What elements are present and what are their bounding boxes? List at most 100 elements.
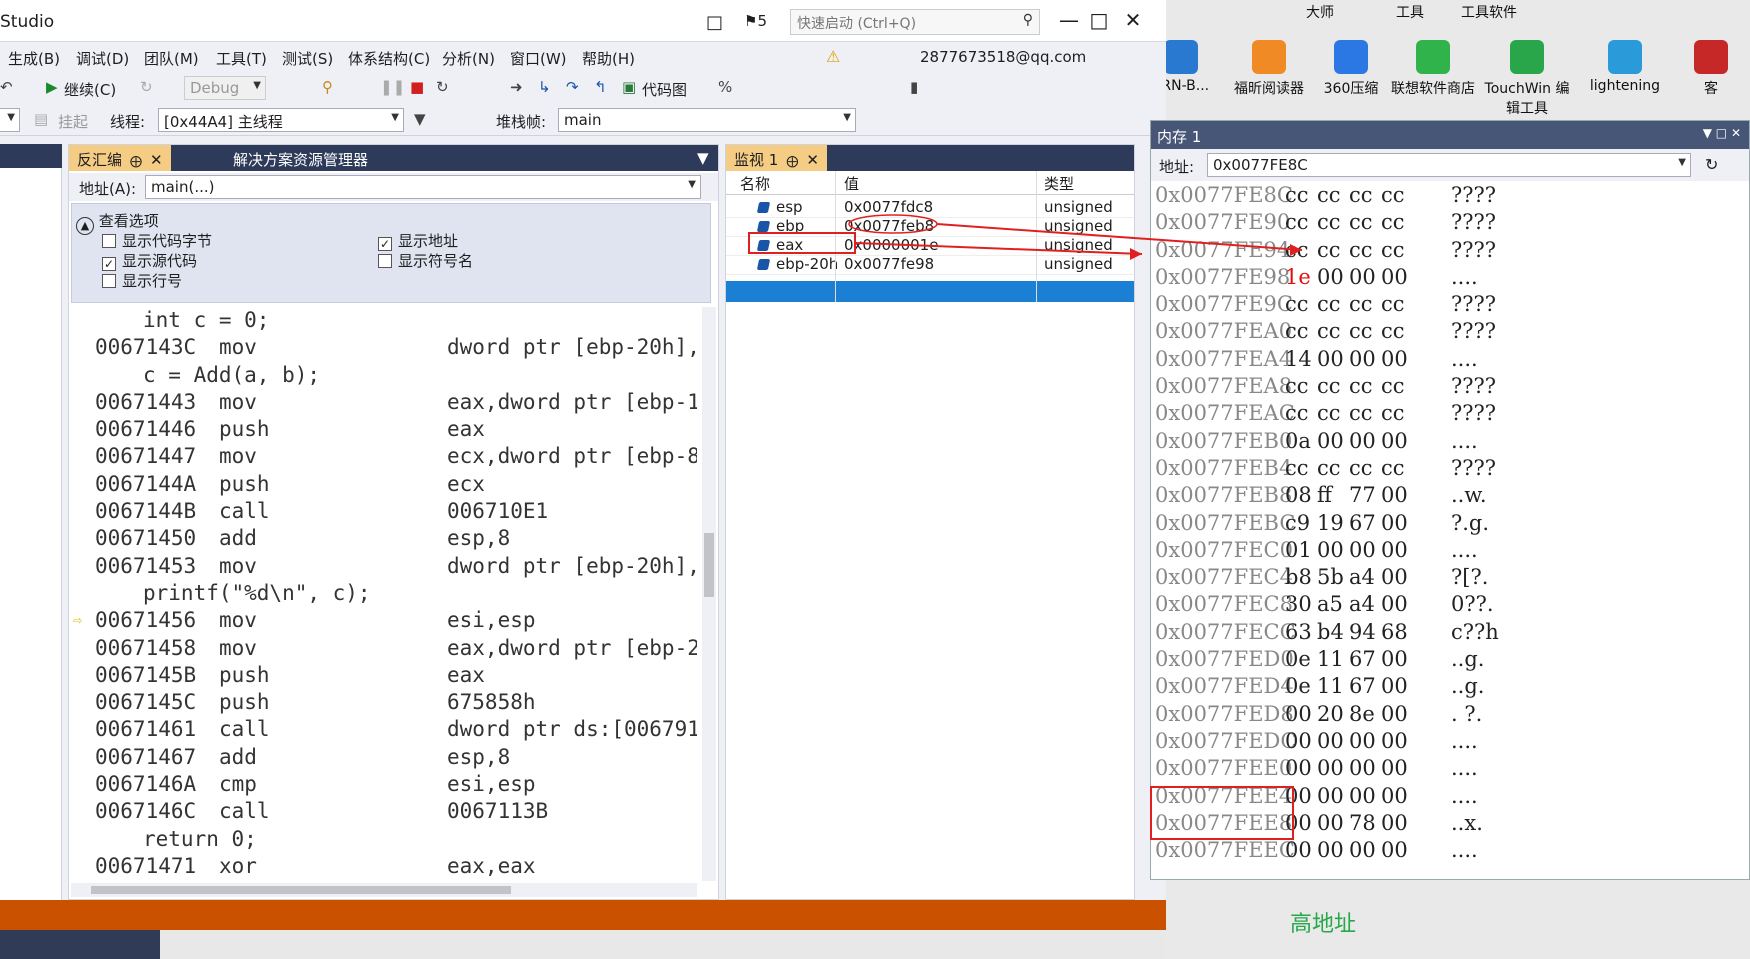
memory-byte[interactable]: cc [1349, 456, 1373, 480]
notification-flag-icon[interactable]: ⚑5 [744, 12, 767, 30]
memory-byte[interactable]: 00 [1381, 592, 1408, 616]
window-controls-icon[interactable]: ▼ □ ✕ [1703, 126, 1741, 140]
memory-byte[interactable]: 08 [1285, 483, 1312, 507]
memory-byte[interactable]: 00 [1285, 838, 1312, 862]
pause-icon[interactable]: ❚❚ [380, 78, 405, 96]
memory-byte[interactable]: cc [1349, 374, 1373, 398]
desktop-icon[interactable]: 福昕阅读器 [1224, 40, 1314, 98]
refresh-icon[interactable]: ↻ [140, 78, 153, 96]
memory-byte[interactable]: cc [1317, 183, 1341, 207]
memory-byte[interactable]: a4 [1349, 565, 1375, 589]
watch-value[interactable]: 0x0077fdc8 [844, 198, 933, 216]
desktop-icon[interactable]: 联想软件商店 [1388, 40, 1478, 98]
memory-byte[interactable]: 00 [1317, 429, 1344, 453]
memory-byte[interactable]: 67 [1349, 674, 1376, 698]
memory-byte[interactable]: a5 [1317, 592, 1343, 616]
memory-byte[interactable]: cc [1349, 319, 1373, 343]
memory-byte[interactable]: cc [1285, 319, 1309, 343]
memory-byte[interactable]: 00 [1349, 756, 1376, 780]
watch-new-row[interactable] [726, 281, 1134, 302]
memory-byte[interactable]: cc [1381, 183, 1405, 207]
feedback-icon[interactable]: □ [706, 12, 723, 33]
watch-row[interactable]: esp 0x0077fdc8 unsigned [726, 197, 1134, 218]
memory-byte[interactable]: 00 [1349, 784, 1376, 808]
memory-byte[interactable]: a4 [1349, 592, 1375, 616]
vertical-scrollbar[interactable] [702, 307, 716, 881]
restart-icon[interactable]: ↻ [436, 78, 449, 96]
memory-byte[interactable]: 00 [1349, 729, 1376, 753]
collapse-icon[interactable]: ▲ [76, 217, 94, 235]
view-option[interactable]: ✓ 显示源代码 [102, 250, 197, 271]
memory-byte[interactable]: b8 [1285, 565, 1312, 589]
account-name[interactable]: 2877673518@qq.com [920, 48, 1086, 66]
stop-icon[interactable]: ■ [410, 78, 424, 96]
menu-item[interactable]: 帮助(H) [582, 48, 635, 69]
close-tab-icon[interactable]: ✕ [150, 151, 163, 169]
memory-byte[interactable]: cc [1381, 319, 1405, 343]
memory-byte[interactable]: cc [1285, 401, 1309, 425]
memory-address-input[interactable]: 0x0077FE8C ▼ [1207, 153, 1691, 177]
continue-button[interactable]: 继续(C) [64, 79, 116, 100]
memory-byte[interactable]: cc [1381, 456, 1405, 480]
minimize-button[interactable]: — [1054, 8, 1084, 32]
checkbox[interactable]: ✓ [378, 237, 392, 251]
memory-byte[interactable]: 00 [1381, 674, 1408, 698]
menu-item[interactable]: 分析(N) [442, 48, 495, 69]
memory-byte[interactable]: 00 [1317, 347, 1344, 371]
memory-byte[interactable]: 00 [1381, 538, 1408, 562]
horizontal-scrollbar[interactable] [71, 883, 697, 897]
memory-byte[interactable]: cc [1317, 456, 1341, 480]
memory-byte[interactable]: 00 [1285, 729, 1312, 753]
memory-byte[interactable]: 78 [1349, 811, 1376, 835]
memory-byte[interactable]: cc [1381, 374, 1405, 398]
desktop-icon[interactable]: 360压缩 [1306, 40, 1396, 98]
desktop-icon[interactable]: 客 [1666, 40, 1750, 98]
memory-byte[interactable]: cc [1317, 238, 1341, 262]
menu-item[interactable]: 窗口(W) [510, 48, 567, 69]
tab-solution-explorer[interactable]: 解决方案资源管理器 [225, 145, 376, 171]
memory-byte[interactable]: 30 [1285, 592, 1312, 616]
step-into-icon[interactable]: ↳ [538, 78, 551, 96]
watch-value[interactable]: 0x0077feb8 [844, 217, 934, 235]
memory-byte[interactable]: 11 [1317, 647, 1344, 671]
checkbox[interactable] [102, 234, 116, 248]
memory-byte[interactable]: 11 [1317, 674, 1344, 698]
memory-byte[interactable]: 00 [1317, 265, 1344, 289]
memory-byte[interactable]: 63 [1285, 620, 1312, 644]
desktop-icon[interactable]: lightening [1580, 40, 1670, 94]
codemap-button[interactable]: 代码图 [642, 79, 687, 100]
close-button[interactable]: ✕ [1118, 8, 1148, 32]
pin-icon[interactable]: ⨁ [130, 154, 142, 168]
watch-row[interactable]: ebp-20h 0x0077fe98 unsigned [726, 254, 1134, 275]
memory-byte[interactable]: cc [1349, 292, 1373, 316]
memory-byte[interactable]: 0e [1285, 647, 1311, 671]
memory-byte[interactable]: 00 [1317, 811, 1344, 835]
checkbox[interactable] [102, 274, 116, 288]
memory-byte[interactable]: cc [1285, 210, 1309, 234]
memory-byte[interactable]: cc [1349, 238, 1373, 262]
memory-byte[interactable]: cc [1285, 456, 1309, 480]
memory-byte[interactable]: 00 [1349, 265, 1376, 289]
memory-byte[interactable]: 00 [1381, 784, 1408, 808]
hex-toggle-icon[interactable]: % [718, 78, 732, 96]
memory-byte[interactable]: 00 [1381, 265, 1408, 289]
memory-byte[interactable]: cc [1381, 292, 1405, 316]
memory-byte[interactable]: c9 [1285, 511, 1310, 535]
config-select[interactable]: Debug ▼ [184, 76, 266, 100]
memory-byte[interactable]: 00 [1317, 756, 1344, 780]
view-option[interactable]: ✓ 显示地址 [378, 230, 458, 251]
menu-item[interactable]: 工具(T) [216, 48, 267, 69]
show-next-statement-icon[interactable]: ➜ [510, 78, 523, 96]
memory-byte[interactable]: 14 [1285, 347, 1312, 371]
scrollbar-thumb[interactable] [704, 533, 714, 597]
memory-byte[interactable]: 00 [1285, 702, 1312, 726]
column-name[interactable]: 名称 [740, 173, 770, 194]
continue-icon[interactable]: ▶ [46, 78, 58, 96]
memory-byte[interactable]: cc [1285, 374, 1309, 398]
memory-byte[interactable]: 00 [1349, 347, 1376, 371]
memory-byte[interactable]: 00 [1381, 511, 1408, 535]
memory-byte[interactable]: 0a [1285, 429, 1311, 453]
undo-icon[interactable]: ↶ [0, 78, 13, 96]
bookmark-icon[interactable]: ▮ [910, 78, 918, 96]
memory-byte[interactable]: cc [1349, 210, 1373, 234]
